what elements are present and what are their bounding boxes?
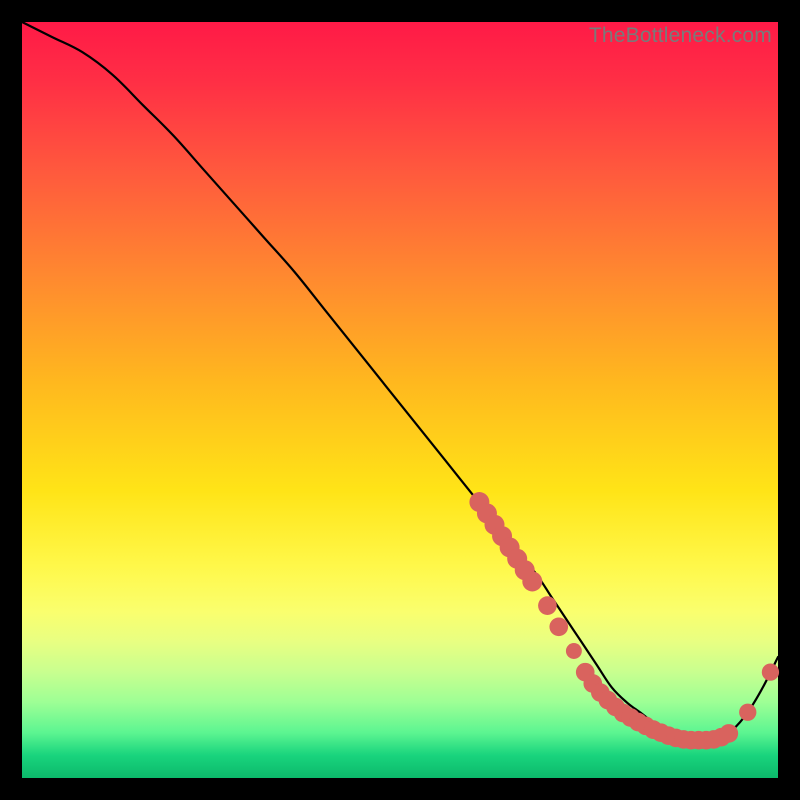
data-marker	[762, 664, 779, 681]
data-marker	[549, 617, 568, 636]
chart-frame: TheBottleneck.com	[22, 22, 778, 778]
chart-svg	[22, 22, 778, 778]
marker-group	[469, 492, 779, 749]
data-marker	[720, 724, 739, 743]
data-marker	[566, 643, 582, 659]
data-marker	[739, 704, 756, 721]
data-marker	[538, 596, 557, 615]
data-marker	[522, 571, 542, 591]
bottleneck-curve	[22, 22, 778, 740]
